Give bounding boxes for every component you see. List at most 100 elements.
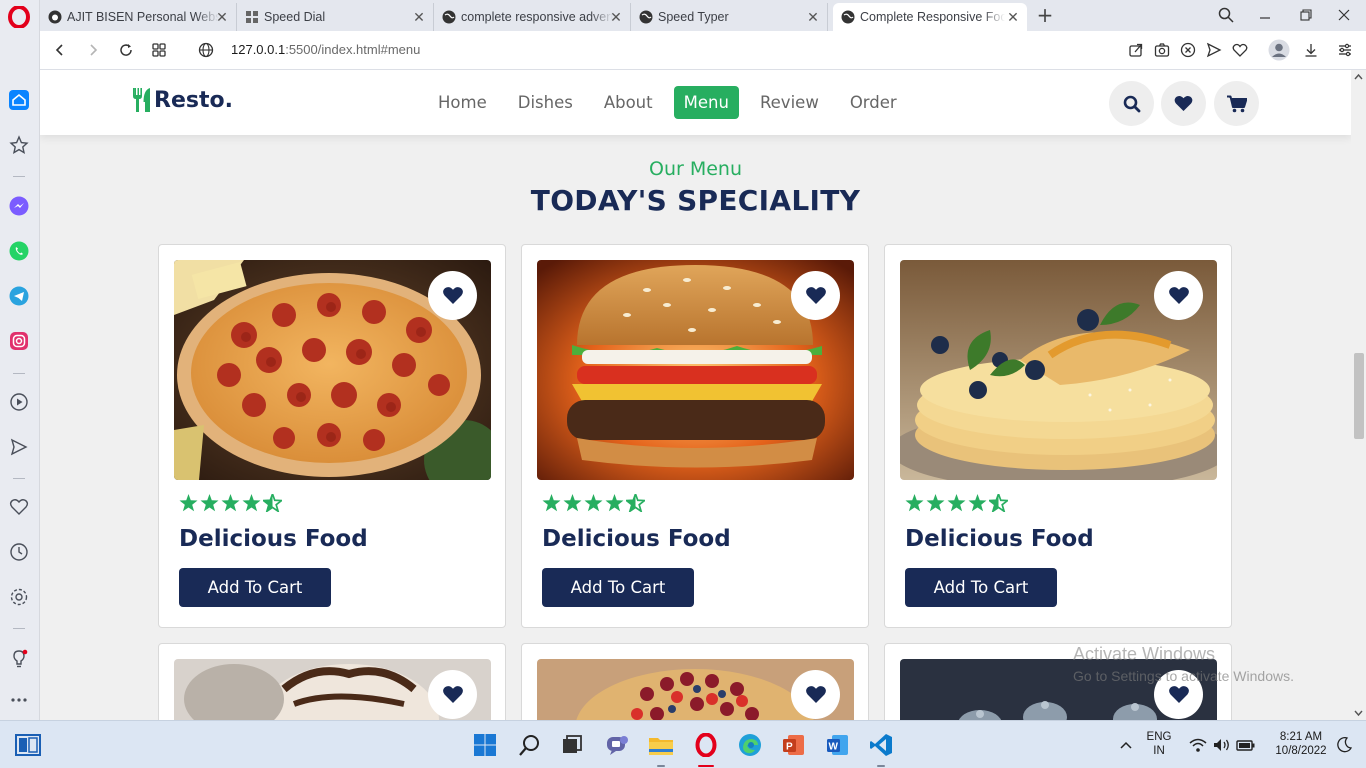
close-window-icon[interactable] bbox=[1333, 4, 1355, 26]
scroll-down-icon[interactable] bbox=[1354, 709, 1363, 717]
history-icon[interactable] bbox=[8, 541, 30, 563]
browser-tab[interactable]: AJIT BISEN Personal Website ✕ bbox=[40, 3, 237, 31]
address-bar: 127.0.0.1:5500/index.html#menu bbox=[40, 31, 1366, 70]
send-icon[interactable] bbox=[1204, 40, 1224, 60]
lightbulb-icon[interactable] bbox=[8, 648, 30, 670]
telegram-icon[interactable] bbox=[8, 285, 30, 307]
page-scrollbar[interactable] bbox=[1351, 70, 1366, 720]
star-half-icon bbox=[989, 494, 1008, 512]
main-nav: Home Dishes About Menu Review Order bbox=[428, 86, 918, 119]
heart-icon bbox=[805, 287, 826, 304]
search-button[interactable] bbox=[1109, 81, 1154, 126]
profile-avatar-icon[interactable] bbox=[1268, 39, 1290, 61]
home-icon[interactable] bbox=[8, 89, 30, 111]
star-icon bbox=[584, 494, 603, 512]
messenger-icon[interactable] bbox=[8, 195, 30, 217]
add-to-cart-button[interactable]: Add To Cart bbox=[542, 568, 694, 607]
nav-dishes[interactable]: Dishes bbox=[508, 86, 583, 119]
night-mode-icon[interactable] bbox=[1330, 731, 1358, 759]
heart-icon[interactable] bbox=[8, 496, 30, 518]
bookmarks-icon[interactable] bbox=[8, 134, 30, 156]
word-icon[interactable]: W bbox=[824, 731, 852, 759]
opera-icon[interactable] bbox=[692, 731, 720, 759]
page-viewport: Resto. Home Dishes About Menu Review Ord… bbox=[40, 70, 1351, 720]
tab-search-icon[interactable] bbox=[1215, 4, 1237, 26]
language-indicator[interactable]: ENG IN bbox=[1144, 730, 1174, 758]
nav-menu[interactable]: Menu bbox=[673, 86, 739, 119]
teams-chat-icon[interactable] bbox=[603, 731, 631, 759]
download-icon[interactable] bbox=[1301, 40, 1321, 60]
brand-logo[interactable]: Resto. bbox=[131, 87, 233, 113]
windows-start-icon[interactable] bbox=[471, 731, 499, 759]
active-indicator bbox=[698, 765, 714, 767]
vscode-icon[interactable] bbox=[867, 731, 895, 759]
task-view-icon[interactable] bbox=[14, 731, 42, 759]
browser-tab-active[interactable]: Complete Responsive Food Website ✕ bbox=[833, 3, 1027, 31]
close-icon[interactable]: ✕ bbox=[214, 9, 230, 25]
instagram-icon[interactable] bbox=[8, 330, 30, 352]
cart-button[interactable] bbox=[1214, 81, 1259, 126]
send-icon[interactable] bbox=[8, 436, 30, 458]
nav-home[interactable]: Home bbox=[428, 86, 497, 119]
section-heading: TODAY'S SPECIALITY bbox=[530, 184, 861, 217]
card-wishlist-button[interactable] bbox=[428, 271, 477, 320]
close-icon[interactable]: ✕ bbox=[805, 9, 821, 25]
clock[interactable]: 8:21 AM 10/8/2022 bbox=[1262, 730, 1340, 758]
browser-tab[interactable]: Speed Typer ✕ bbox=[631, 3, 828, 31]
adblock-icon[interactable] bbox=[1178, 40, 1198, 60]
sidebar-divider bbox=[13, 373, 25, 374]
opera-logo-icon[interactable] bbox=[8, 5, 30, 29]
task-switch-icon[interactable] bbox=[558, 731, 586, 759]
tabs-grid-icon[interactable] bbox=[148, 39, 170, 61]
utensils-icon bbox=[133, 88, 150, 112]
reload-icon[interactable] bbox=[115, 39, 137, 61]
nav-about[interactable]: About bbox=[594, 86, 663, 119]
scroll-up-icon[interactable] bbox=[1354, 73, 1363, 81]
close-icon[interactable]: ✕ bbox=[1005, 9, 1021, 25]
more-icon[interactable] bbox=[8, 689, 30, 711]
card-wishlist-button[interactable] bbox=[1154, 271, 1203, 320]
heart-icon bbox=[1168, 686, 1189, 703]
wishlist-button[interactable] bbox=[1161, 81, 1206, 126]
player-icon[interactable] bbox=[8, 391, 30, 413]
file-explorer-icon[interactable] bbox=[647, 731, 675, 759]
card-wishlist-button[interactable] bbox=[428, 670, 477, 719]
new-tab-button[interactable]: + bbox=[1034, 3, 1056, 27]
minimize-icon[interactable] bbox=[1254, 4, 1276, 26]
snapshot-icon[interactable] bbox=[1152, 40, 1172, 60]
scroll-thumb[interactable] bbox=[1354, 353, 1364, 439]
menu-card: Delicious Food Add To Cart bbox=[521, 244, 869, 628]
github-icon bbox=[48, 10, 62, 24]
close-icon[interactable]: ✕ bbox=[411, 9, 427, 25]
heart-icon[interactable] bbox=[1230, 40, 1250, 60]
browser-tab[interactable]: complete responsive advertisement ✕ bbox=[434, 3, 631, 31]
edge-icon[interactable] bbox=[736, 731, 764, 759]
forward-icon[interactable] bbox=[82, 39, 104, 61]
tab-title: complete responsive advertisement bbox=[461, 10, 613, 24]
tab-title: Speed Dial bbox=[264, 10, 326, 24]
tab-strip: AJIT BISEN Personal Website ✕ Speed Dial… bbox=[40, 0, 1366, 31]
url-field[interactable]: 127.0.0.1:5500/index.html#menu bbox=[231, 42, 420, 57]
add-to-cart-button[interactable]: Add To Cart bbox=[905, 568, 1057, 607]
site-info-icon[interactable] bbox=[195, 39, 217, 61]
settings-icon[interactable] bbox=[8, 586, 30, 608]
easy-setup-icon[interactable] bbox=[1335, 40, 1355, 60]
powerpoint-icon[interactable]: P bbox=[780, 731, 808, 759]
heart-icon bbox=[1168, 287, 1189, 304]
whatsapp-icon[interactable] bbox=[8, 240, 30, 262]
close-icon[interactable]: ✕ bbox=[608, 9, 624, 25]
nav-order[interactable]: Order bbox=[840, 86, 907, 119]
battery-icon[interactable] bbox=[1232, 731, 1260, 759]
nav-review[interactable]: Review bbox=[750, 86, 829, 119]
chevron-up-icon[interactable] bbox=[1112, 731, 1140, 759]
ice-cream-image bbox=[174, 659, 491, 720]
back-icon[interactable] bbox=[49, 39, 71, 61]
search-icon[interactable] bbox=[516, 731, 544, 759]
add-to-cart-button[interactable]: Add To Cart bbox=[179, 568, 331, 607]
share-icon[interactable] bbox=[1126, 40, 1146, 60]
browser-tab[interactable]: Speed Dial ✕ bbox=[237, 3, 434, 31]
menu-card bbox=[158, 643, 506, 720]
card-wishlist-button[interactable] bbox=[791, 271, 840, 320]
card-wishlist-button[interactable] bbox=[791, 670, 840, 719]
restore-icon[interactable] bbox=[1295, 4, 1317, 26]
